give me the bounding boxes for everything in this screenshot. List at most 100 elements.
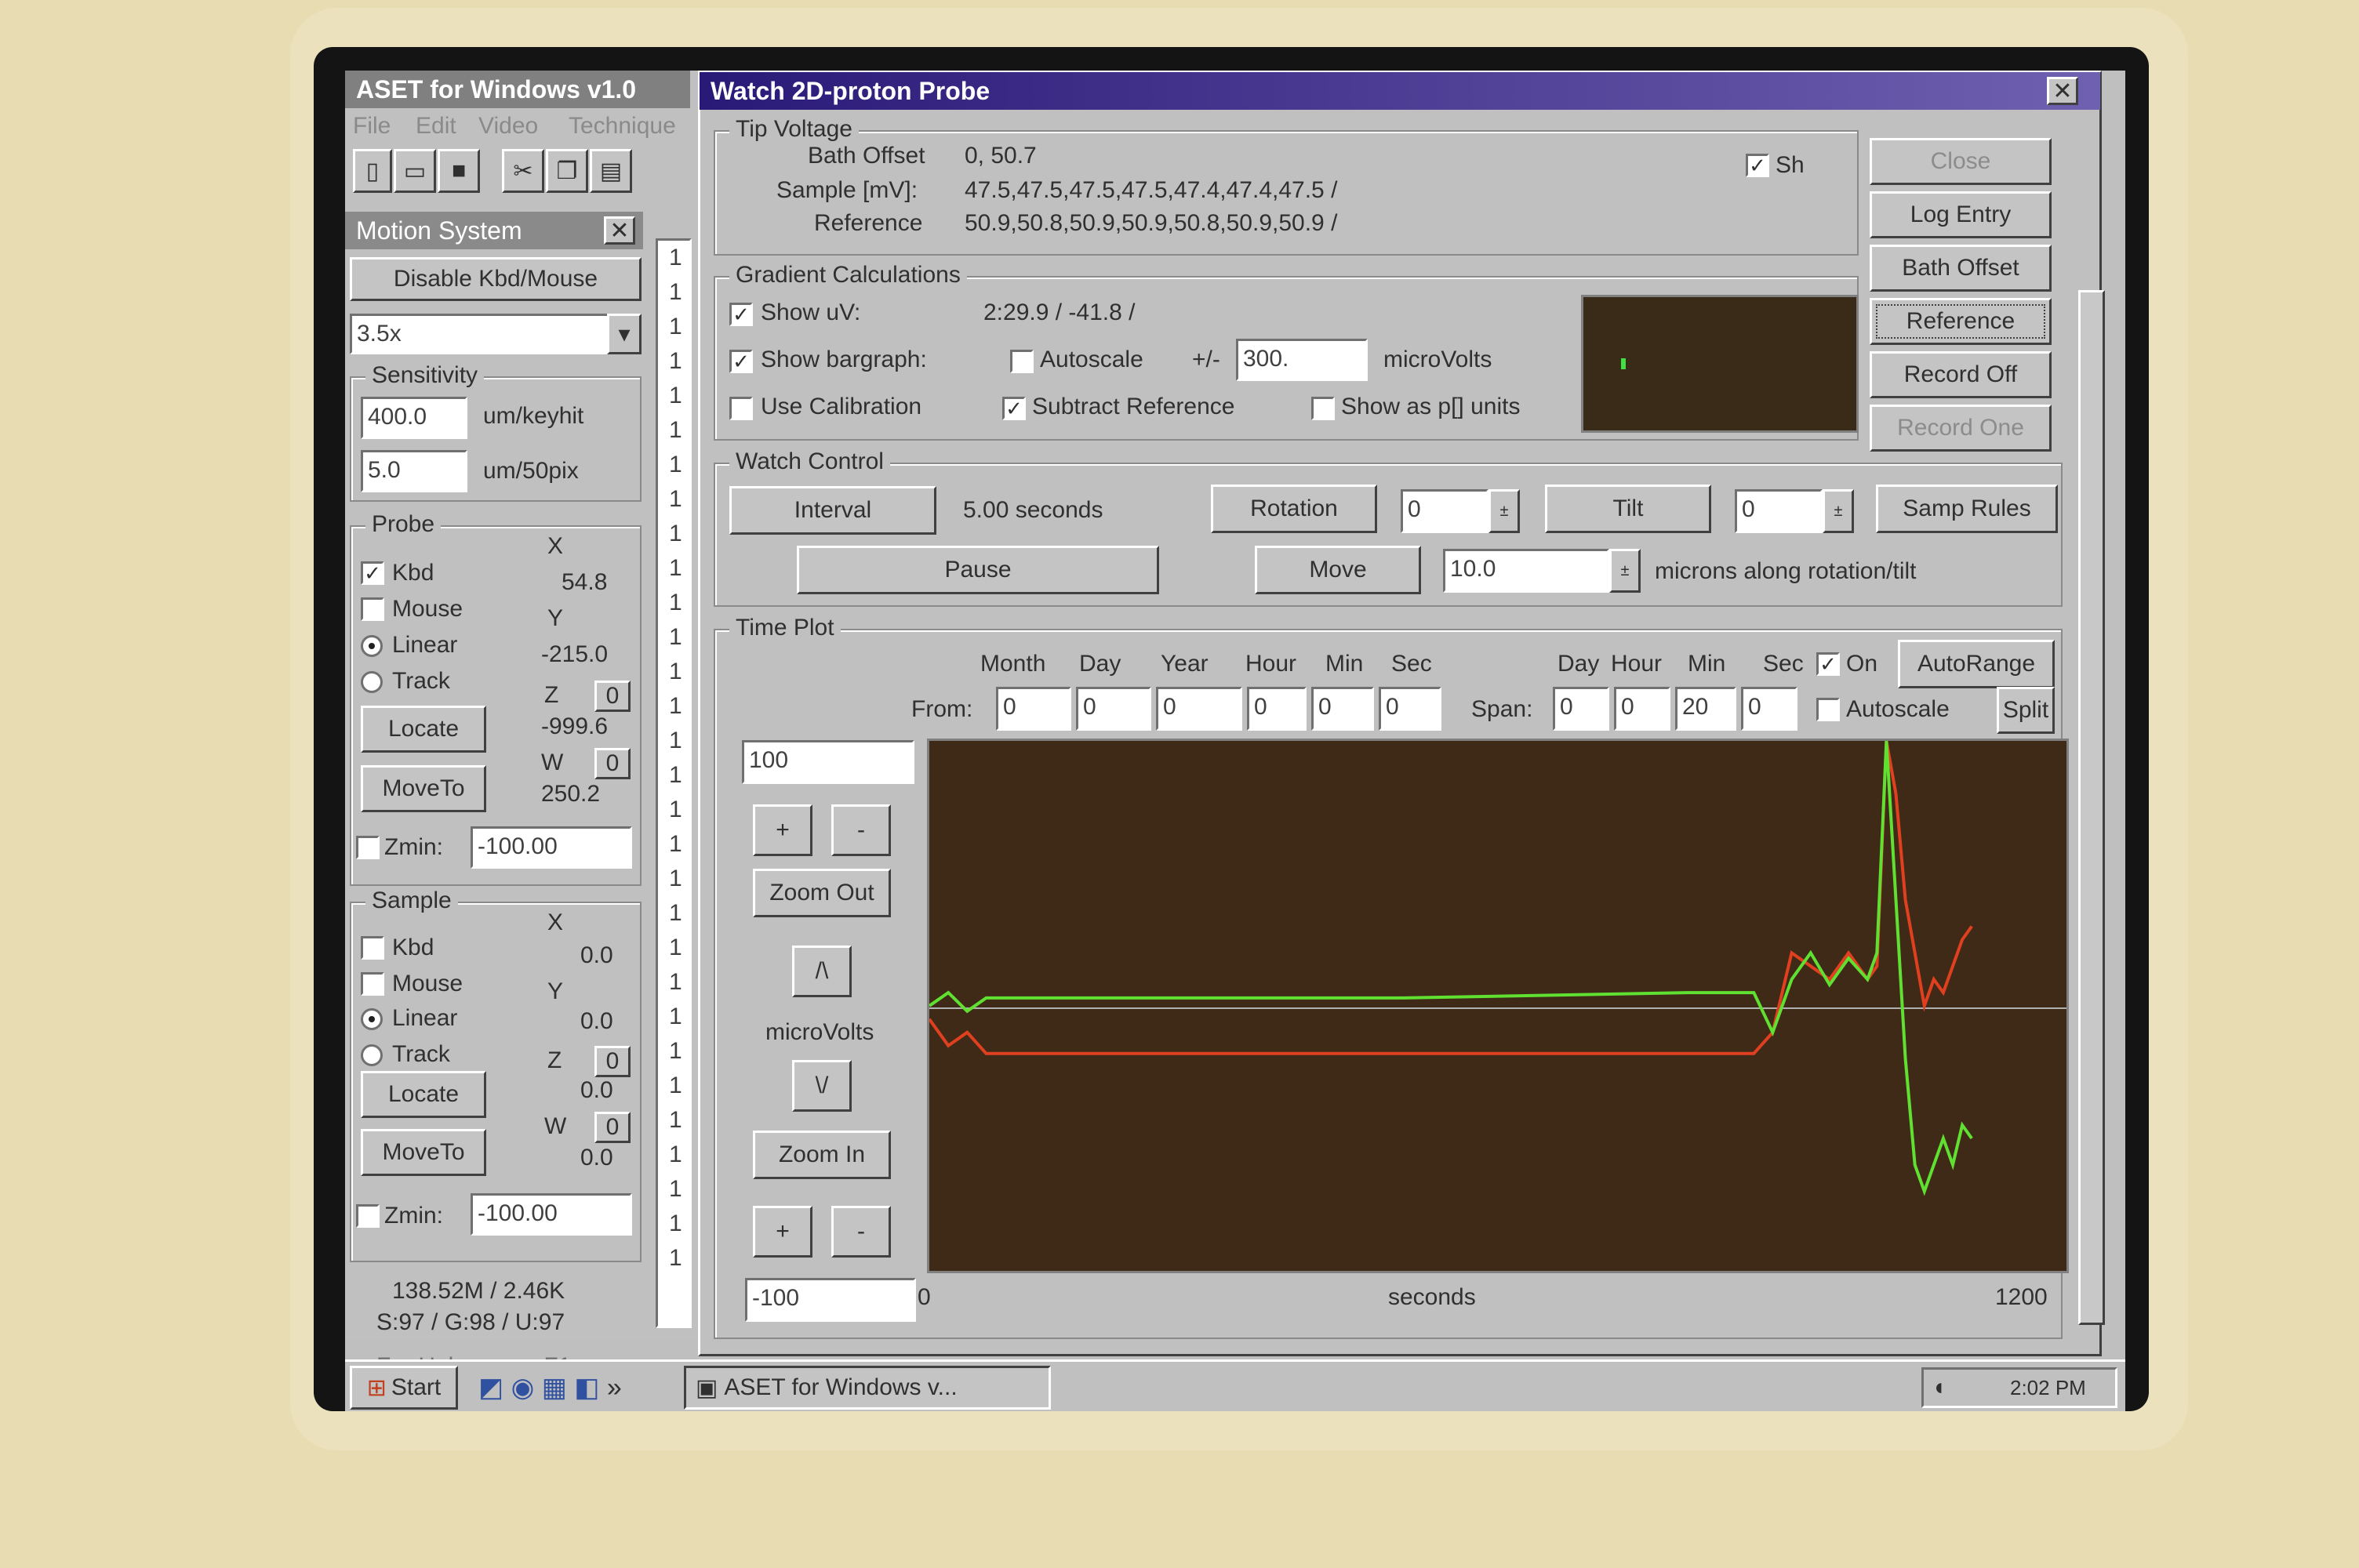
- split-button[interactable]: Split: [1997, 687, 2055, 734]
- desktop-icon[interactable]: ◩: [478, 1373, 503, 1403]
- menu-technique[interactable]: Technique: [569, 113, 676, 140]
- menu-edit[interactable]: Edit: [416, 113, 456, 140]
- plot-on-checkbox[interactable]: ✓: [1816, 652, 1840, 676]
- move-button[interactable]: Move: [1255, 546, 1421, 594]
- right-scrollbar[interactable]: [2078, 290, 2105, 1325]
- log-list[interactable]: 111111111111111111111111111111: [656, 238, 692, 1328]
- span-hour-input[interactable]: 0: [1614, 687, 1670, 731]
- sample-track-radio[interactable]: [361, 1044, 383, 1066]
- menu-video[interactable]: Video: [478, 113, 538, 140]
- sample-w-button[interactable]: 0: [594, 1112, 631, 1143]
- from-sec-input[interactable]: 0: [1379, 687, 1441, 731]
- zoom-out-minus-button[interactable]: -: [831, 804, 891, 856]
- autoscale-grad-checkbox[interactable]: [1010, 350, 1034, 373]
- span-sec-input[interactable]: 0: [1741, 687, 1797, 731]
- autorange-button[interactable]: AutoRange: [1898, 640, 2055, 688]
- use-calibration-checkbox[interactable]: [729, 397, 753, 420]
- channels-icon[interactable]: ▦: [542, 1373, 567, 1403]
- zoom-in-button[interactable]: Zoom In: [753, 1131, 891, 1179]
- probe-z-button[interactable]: 0: [594, 681, 631, 712]
- save-icon[interactable]: ■: [438, 149, 480, 193]
- from-year-input[interactable]: 0: [1156, 687, 1242, 731]
- probe-zmin-input[interactable]: -100.00: [471, 826, 632, 869]
- record-off-button[interactable]: Record Off: [1870, 351, 2052, 398]
- zoom-out-button[interactable]: Zoom Out: [753, 869, 891, 917]
- span-day-input[interactable]: 0: [1553, 687, 1609, 731]
- zoom-in-plus-button[interactable]: +: [753, 1206, 812, 1258]
- pause-button[interactable]: Pause: [797, 546, 1159, 594]
- sample-zmin-input[interactable]: -100.00: [471, 1193, 632, 1236]
- from-hour-input[interactable]: 0: [1247, 687, 1307, 731]
- tilt-spinner[interactable]: ±: [1823, 489, 1854, 533]
- open-folder-icon[interactable]: ▭: [394, 149, 436, 193]
- bargraph-range-input[interactable]: 300.: [1236, 339, 1368, 381]
- reference-button[interactable]: Reference: [1870, 298, 2052, 345]
- watch-close-icon[interactable]: ✕: [2047, 77, 2078, 105]
- outlook-icon[interactable]: ◧: [574, 1373, 599, 1403]
- rotation-button[interactable]: Rotation: [1211, 485, 1377, 533]
- move-spinner[interactable]: ±: [1609, 549, 1641, 593]
- tilt-button[interactable]: Tilt: [1545, 485, 1711, 533]
- tilt-input[interactable]: 0: [1735, 489, 1823, 533]
- samp-rules-button[interactable]: Samp Rules: [1876, 485, 2058, 533]
- windows-logo-icon: ⊞: [366, 1374, 387, 1401]
- probe-track-radio[interactable]: [361, 671, 383, 693]
- sample-linear-radio[interactable]: [361, 1008, 383, 1030]
- move-input[interactable]: 10.0: [1443, 549, 1609, 593]
- taskbar-aset-button[interactable]: ▣ ASET for Windows v...: [684, 1366, 1051, 1410]
- disable-kbd-mouse-button[interactable]: Disable Kbd/Mouse: [350, 257, 642, 301]
- new-file-icon[interactable]: ▯: [353, 149, 392, 193]
- objective-select[interactable]: 3.5x: [350, 314, 610, 354]
- sample-z-button[interactable]: 0: [594, 1046, 631, 1077]
- y-min-input[interactable]: -100: [745, 1278, 916, 1322]
- scroll-down-button[interactable]: \/: [792, 1060, 852, 1112]
- show-p-units-checkbox[interactable]: [1311, 397, 1335, 420]
- copy-icon[interactable]: ❐: [546, 149, 588, 193]
- paste-icon[interactable]: ▤: [590, 149, 632, 193]
- sample-locate-button[interactable]: Locate: [361, 1071, 486, 1118]
- scroll-up-button[interactable]: /\: [792, 946, 852, 997]
- rotation-input[interactable]: 0: [1401, 489, 1488, 533]
- chevron-down-icon[interactable]: ▾: [607, 314, 642, 354]
- sensitivity-pix-input[interactable]: 5.0: [361, 450, 467, 492]
- motion-close-icon[interactable]: ✕: [604, 216, 635, 245]
- probe-linear-radio[interactable]: [361, 635, 383, 657]
- cut-icon[interactable]: ✂: [502, 149, 544, 193]
- bath-offset-button[interactable]: Bath Offset: [1870, 245, 2052, 292]
- menu-file[interactable]: File: [353, 113, 391, 140]
- probe-moveto-button[interactable]: MoveTo: [361, 765, 486, 812]
- probe-zmin-checkbox[interactable]: [356, 836, 380, 859]
- browser-icon[interactable]: ◉: [511, 1373, 535, 1403]
- from-day-input[interactable]: 0: [1076, 687, 1151, 731]
- sensitivity-keyhit-input[interactable]: 400.0: [361, 397, 467, 439]
- plot-on-label: On: [1846, 651, 1878, 677]
- sample-moveto-button[interactable]: MoveTo: [361, 1129, 486, 1176]
- more-icon[interactable]: »: [607, 1373, 622, 1403]
- system-tray: ◖ 2:02 PM: [1921, 1367, 2117, 1408]
- sample-kbd-checkbox[interactable]: [361, 936, 384, 960]
- zoom-in-minus-button[interactable]: -: [831, 1206, 891, 1258]
- show-uv-checkbox[interactable]: ✓: [729, 303, 753, 326]
- probe-w-button[interactable]: 0: [594, 748, 631, 779]
- sample-zmin-checkbox[interactable]: [356, 1204, 380, 1228]
- sample-mouse-checkbox[interactable]: [361, 972, 384, 996]
- speaker-icon[interactable]: ◖: [1932, 1374, 1946, 1401]
- subtract-reference-checkbox[interactable]: ✓: [1002, 397, 1026, 420]
- rotation-spinner[interactable]: ±: [1488, 489, 1520, 533]
- probe-kbd-checkbox[interactable]: ✓: [361, 561, 384, 585]
- from-month-input[interactable]: 0: [996, 687, 1071, 731]
- start-button[interactable]: ⊞ Start: [350, 1366, 458, 1410]
- show-bargraph-checkbox[interactable]: ✓: [729, 350, 753, 373]
- probe-locate-button[interactable]: Locate: [361, 706, 486, 753]
- record-one-button[interactable]: Record One: [1870, 405, 2052, 452]
- close-button[interactable]: Close: [1870, 138, 2052, 185]
- show-checkbox[interactable]: ✓: [1746, 154, 1769, 177]
- from-min-input[interactable]: 0: [1311, 687, 1374, 731]
- interval-button[interactable]: Interval: [729, 486, 936, 535]
- log-entry-button[interactable]: Log Entry: [1870, 191, 2052, 238]
- y-max-input[interactable]: 100: [742, 740, 914, 784]
- span-min-input[interactable]: 20: [1675, 687, 1736, 731]
- probe-mouse-checkbox[interactable]: [361, 597, 384, 621]
- zoom-out-plus-button[interactable]: +: [753, 804, 812, 856]
- plot-autoscale-checkbox[interactable]: [1816, 698, 1840, 721]
